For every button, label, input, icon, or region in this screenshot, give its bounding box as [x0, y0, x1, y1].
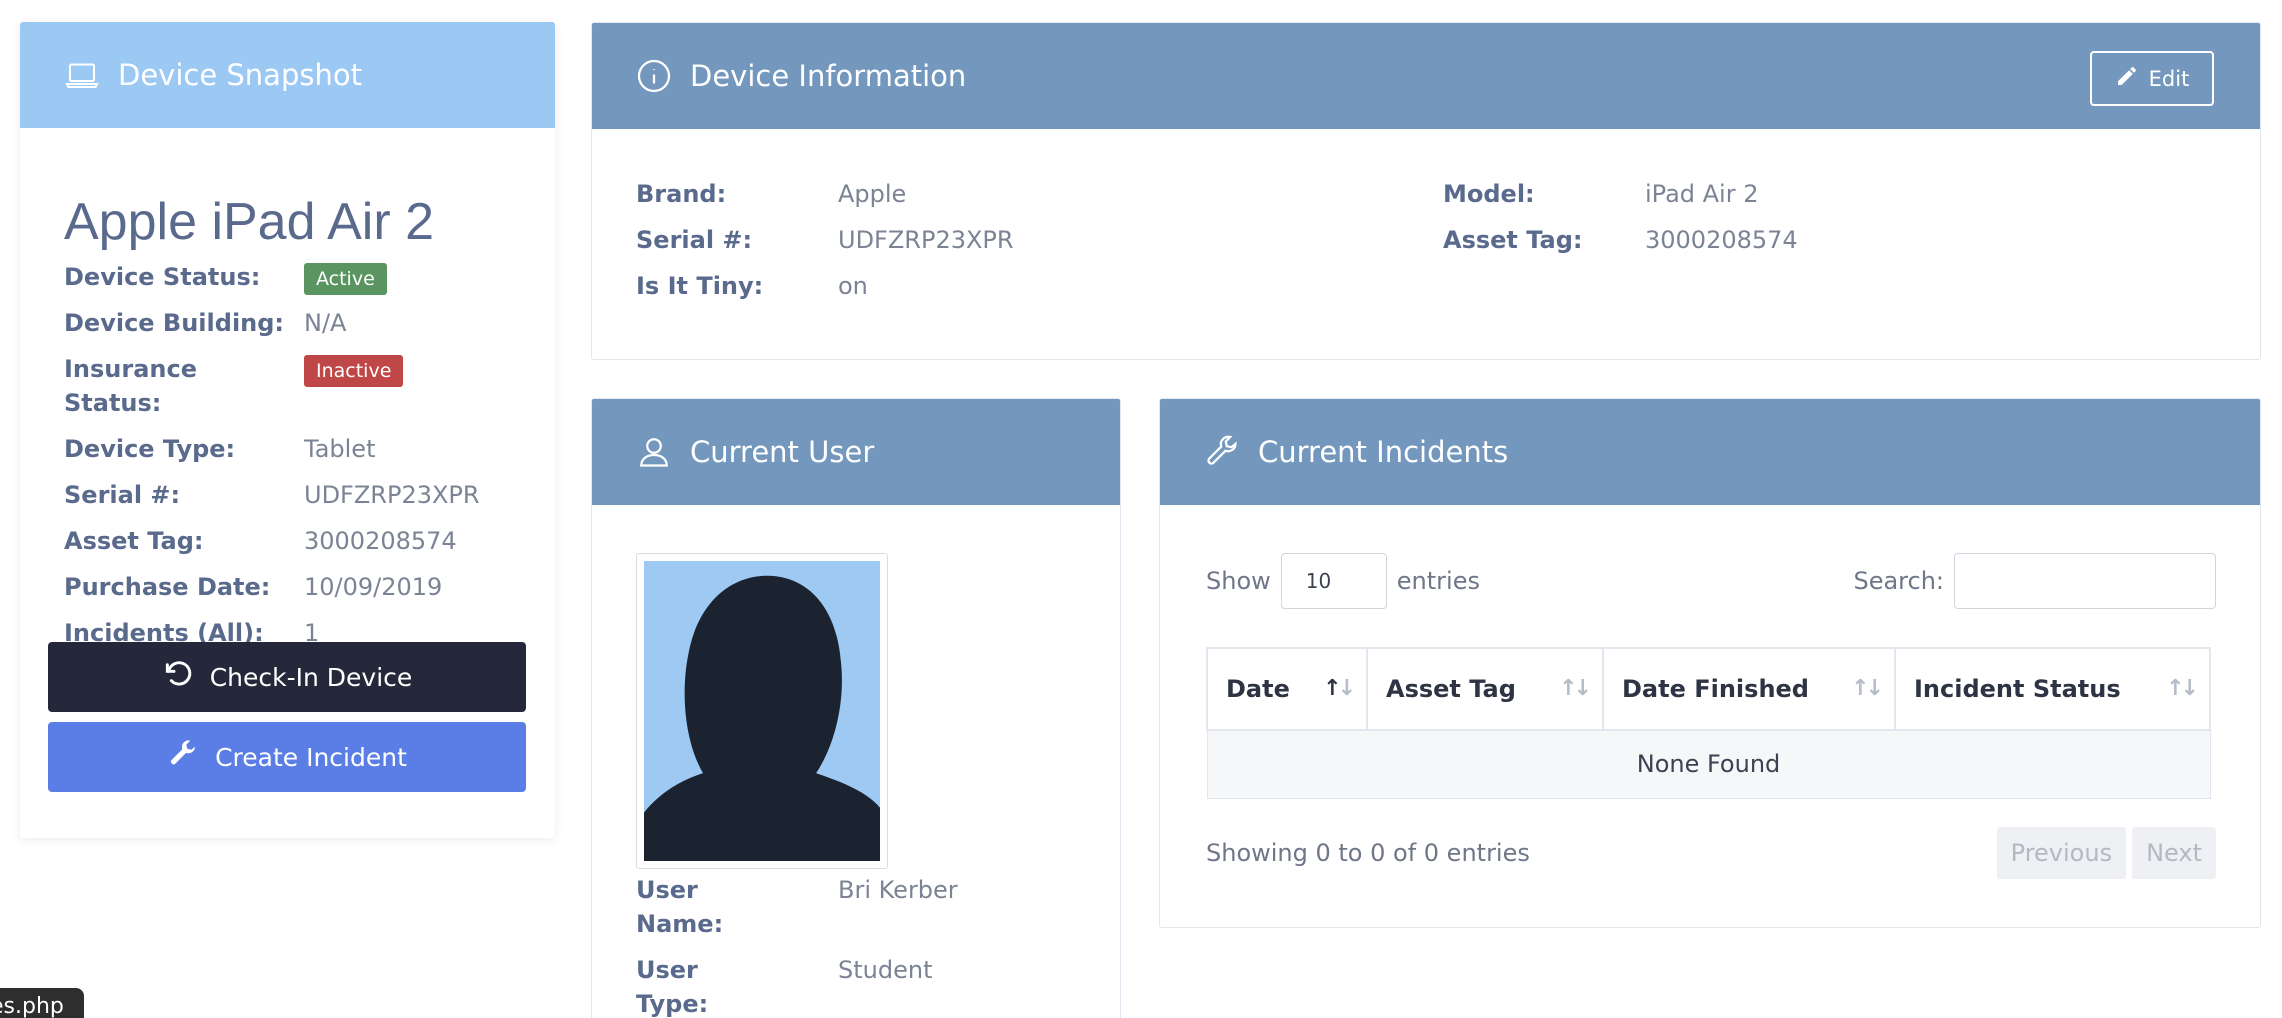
- wrench-icon: [167, 738, 199, 776]
- show-label: Show: [1206, 567, 1271, 595]
- user-silhouette-icon: [644, 561, 880, 861]
- field-label: Device Building:: [64, 309, 285, 337]
- field-value: Tablet: [304, 435, 376, 463]
- user-photo: [636, 553, 888, 869]
- field-value: Student: [838, 956, 933, 984]
- field-value: N/A: [304, 309, 347, 337]
- laptop-icon: [64, 57, 100, 93]
- device-info-title: Device Information: [690, 59, 967, 93]
- previous-button[interactable]: Previous: [1996, 827, 2127, 879]
- entries-length-control: Show 10 entries: [1206, 553, 1480, 609]
- create-incident-button[interactable]: Create Incident: [48, 722, 526, 792]
- field-value: on: [838, 272, 868, 300]
- user-icon: [636, 434, 672, 470]
- current-incidents-title: Current Incidents: [1258, 435, 1509, 469]
- field-value: 3000208574: [304, 527, 457, 555]
- field-value: Apple: [838, 180, 907, 208]
- link-url-tooltip: es.php: [0, 988, 84, 1018]
- field-label: Model:: [1443, 180, 1535, 208]
- field-label: User Type:: [636, 956, 709, 1018]
- field-label: Insurance Status:: [64, 355, 198, 417]
- check-in-device-button[interactable]: Check-In Device: [48, 642, 526, 712]
- column-header-date[interactable]: Date ↑↓: [1206, 647, 1368, 731]
- entries-label: entries: [1396, 567, 1480, 595]
- field-label: Device Type:: [64, 435, 236, 463]
- table-info: Showing 0 to 0 of 0 entries: [1206, 839, 1530, 867]
- create-incident-label: Create Incident: [215, 742, 407, 772]
- pencil-icon: [2115, 64, 2139, 93]
- field-label: Device Status:: [64, 263, 261, 291]
- field-label: Serial #:: [636, 226, 753, 254]
- current-incidents-card: Current Incidents Show 10 entries Search…: [1159, 398, 2261, 928]
- sort-icon: ↑↓: [1323, 676, 1356, 701]
- field-label: Asset Tag:: [64, 527, 204, 555]
- entries-select[interactable]: 10: [1280, 553, 1387, 609]
- snapshot-header: Device Snapshot: [20, 22, 555, 128]
- current-user-title: Current User: [690, 435, 875, 469]
- field-label: Serial #:: [64, 481, 181, 509]
- search-input[interactable]: [1954, 553, 2216, 609]
- device-info-header: Device Information Edit: [592, 23, 2260, 129]
- edit-button[interactable]: Edit: [2090, 51, 2214, 106]
- table-row: None Found: [1206, 729, 2211, 799]
- user-name-link[interactable]: Bri Kerber: [838, 873, 958, 907]
- undo-icon: [162, 658, 194, 696]
- current-user-card: Current User User Name: Bri Kerber User …: [591, 398, 1121, 1018]
- field-value: 3000208574: [1645, 226, 1798, 254]
- field-value: UDFZRP23XPR: [838, 226, 1014, 254]
- device-information-card: Device Information Edit Brand: Apple Ser…: [591, 22, 2261, 360]
- current-user-header: Current User: [592, 399, 1120, 505]
- sort-icon: ↑↓: [1851, 676, 1884, 701]
- search-label: Search:: [1853, 567, 1944, 595]
- check-in-label: Check-In Device: [209, 662, 413, 692]
- sort-icon: ↑↓: [2166, 676, 2199, 701]
- info-icon: [636, 58, 672, 94]
- search-control: Search:: [1853, 553, 2216, 609]
- edit-label: Edit: [2148, 66, 2190, 91]
- field-label: Is It Tiny:: [636, 272, 764, 300]
- column-header-asset-tag[interactable]: Asset Tag ↑↓: [1366, 647, 1604, 731]
- inactive-status-badge: Inactive: [304, 355, 404, 387]
- device-snapshot-card: Device Snapshot Apple iPad Air 2 Device …: [20, 22, 555, 838]
- snapshot-header-title: Device Snapshot: [118, 58, 362, 92]
- field-label: Purchase Date:: [64, 573, 271, 601]
- active-status-badge: Active: [304, 263, 387, 295]
- field-label: User Name:: [636, 876, 724, 938]
- column-header-incident-status[interactable]: Incident Status ↑↓: [1894, 647, 2211, 731]
- field-label: Brand:: [636, 180, 727, 208]
- column-header-date-finished[interactable]: Date Finished ↑↓: [1602, 647, 1896, 731]
- device-name: Apple iPad Air 2: [64, 193, 435, 251]
- current-incidents-header: Current Incidents: [1160, 399, 2260, 505]
- pagination: Previous Next: [1996, 827, 2216, 879]
- field-value: iPad Air 2: [1645, 180, 1759, 208]
- incidents-table: Date ↑↓ Asset Tag ↑↓ Date Finished ↑↓ In…: [1206, 647, 2211, 799]
- wrench-icon: [1204, 434, 1240, 470]
- next-button[interactable]: Next: [2132, 827, 2216, 879]
- empty-table-message: None Found: [1206, 729, 2211, 799]
- sort-icon: ↑↓: [1559, 676, 1592, 701]
- field-label: Asset Tag:: [1443, 226, 1583, 254]
- field-value: 10/09/2019: [304, 573, 443, 601]
- field-value: UDFZRP23XPR: [304, 481, 480, 509]
